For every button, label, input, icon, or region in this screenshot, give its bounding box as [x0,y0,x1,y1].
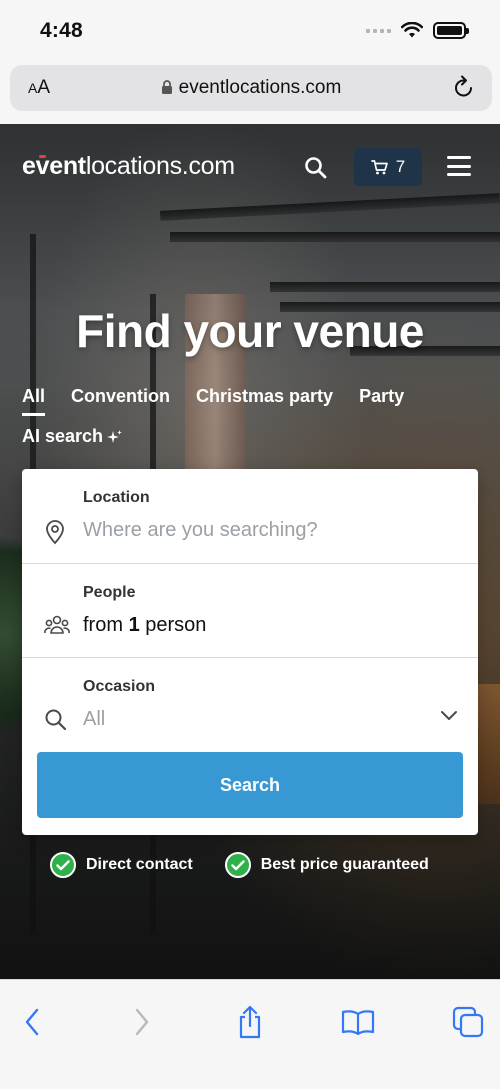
share-icon [239,1005,261,1039]
wifi-icon [401,22,423,38]
people-icon [44,615,70,634]
people-field[interactable]: People from 1 person [22,563,478,657]
search-icon [45,709,67,731]
people-label: People [83,584,136,601]
location-field[interactable]: Location Where are you searching? [22,469,478,563]
search-button[interactable]: Search [37,752,463,818]
menu-button[interactable] [447,156,471,176]
search-icon[interactable] [304,156,328,180]
back-button[interactable] [12,1002,52,1042]
bookmarks-button[interactable] [338,1002,378,1042]
browser-toolbar [0,979,500,1089]
check-icon [50,852,76,878]
search-form: Location Where are you searching? People… [22,469,478,835]
tabs-icon [452,1006,484,1038]
tab-convention[interactable]: Convention [71,386,170,416]
badge-direct-contact: Direct contact [50,852,193,878]
cart-button[interactable]: 7 [354,148,422,186]
status-time: 4:48 [40,19,83,42]
tab-all[interactable]: All [22,386,46,416]
tab-party[interactable]: Party [359,386,404,416]
chevron-left-icon [25,1008,39,1036]
address-bar[interactable]: AA eventlocations.com [10,65,492,111]
tab-ai-search[interactable]: AI search [22,426,490,447]
url-text: eventlocations.com [178,77,342,98]
trust-badges: Direct contact Best price guaranteed [50,852,429,878]
badge-best-price: Best price guaranteed [224,852,429,878]
chevron-right-icon [135,1008,149,1036]
cart-count: 7 [395,157,406,176]
occasion-select[interactable]: All [83,708,105,731]
people-input[interactable]: from 1 person [83,614,206,637]
cellular-signal-icon [366,28,391,33]
forward-button[interactable] [122,1002,162,1042]
tabs-button[interactable] [448,1002,488,1042]
site-logo[interactable]: eventlocations.com [22,152,235,181]
sparkle-icon [107,429,123,443]
chevron-down-icon[interactable] [440,710,458,722]
lock-icon [161,80,172,94]
url-display[interactable]: eventlocations.com [10,77,492,99]
tab-christmas-party[interactable]: Christmas party [196,386,333,416]
reload-icon[interactable] [452,75,476,101]
ai-search-label: AI search [22,426,104,446]
hero-section: eventlocations.com 7 Find your venue All… [0,124,500,979]
status-icons [366,22,469,39]
location-label: Location [83,489,150,506]
page-title: Find your venue [76,305,424,357]
check-icon [224,852,251,878]
occasion-tabs: All Convention Christmas party Party AI … [22,386,490,447]
occasion-label: Occasion [83,678,156,695]
site-header: eventlocations.com 7 [22,148,478,188]
occasion-field[interactable]: Occasion All [22,657,478,751]
battery-icon [433,22,469,39]
location-input[interactable]: Where are you searching? [83,519,318,542]
cart-icon [370,160,388,175]
book-icon [341,1010,375,1035]
status-bar: 4:48 [0,0,500,62]
location-pin-icon [46,520,64,545]
share-button[interactable] [230,1002,270,1042]
